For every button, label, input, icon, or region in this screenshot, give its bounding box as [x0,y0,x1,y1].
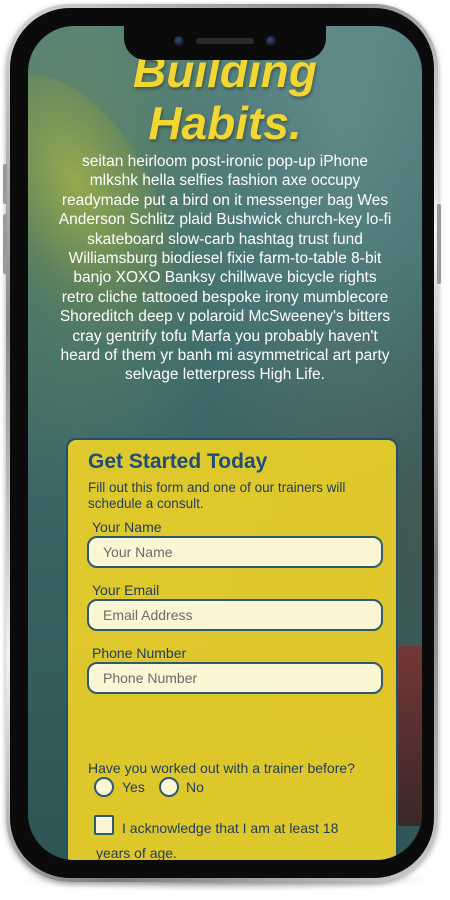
yes-radio[interactable] [94,777,114,797]
sensor-icon [266,36,276,46]
phone-frame: Building Habits. seitan heirloom post-ir… [3,4,441,882]
age-acknowledge-label[interactable]: I acknowledge that I am at least 18 year… [96,816,376,860]
phone-label: Phone Number [92,645,187,661]
front-camera-icon [174,36,184,46]
phone-notch [124,26,326,60]
email-input[interactable] [87,599,383,631]
form-subtitle: Fill out this form and one of our traine… [88,480,346,511]
earpiece-speaker [196,38,254,44]
no-radio-label[interactable]: No [186,779,204,795]
phone-side-button [3,164,7,204]
name-input[interactable] [87,536,383,568]
signup-form-card: Get Started Today Fill out this form and… [66,438,398,860]
form-title: Get Started Today [88,450,268,473]
phone-volume-button [3,214,7,274]
phone-power-button [437,204,441,284]
phone-screen: Building Habits. seitan heirloom post-ir… [28,26,422,860]
yes-radio-label[interactable]: Yes [122,779,145,795]
hero-title-line2: Habits. [148,97,302,149]
hero-body-text: seitan heirloom post-ironic pop-up iPhon… [58,153,392,384]
name-label: Your Name [92,519,162,535]
email-label: Your Email [92,582,160,598]
no-radio[interactable] [159,777,179,797]
phone-input[interactable] [87,662,383,694]
trainer-question: Have you worked out with a trainer befor… [88,760,355,776]
